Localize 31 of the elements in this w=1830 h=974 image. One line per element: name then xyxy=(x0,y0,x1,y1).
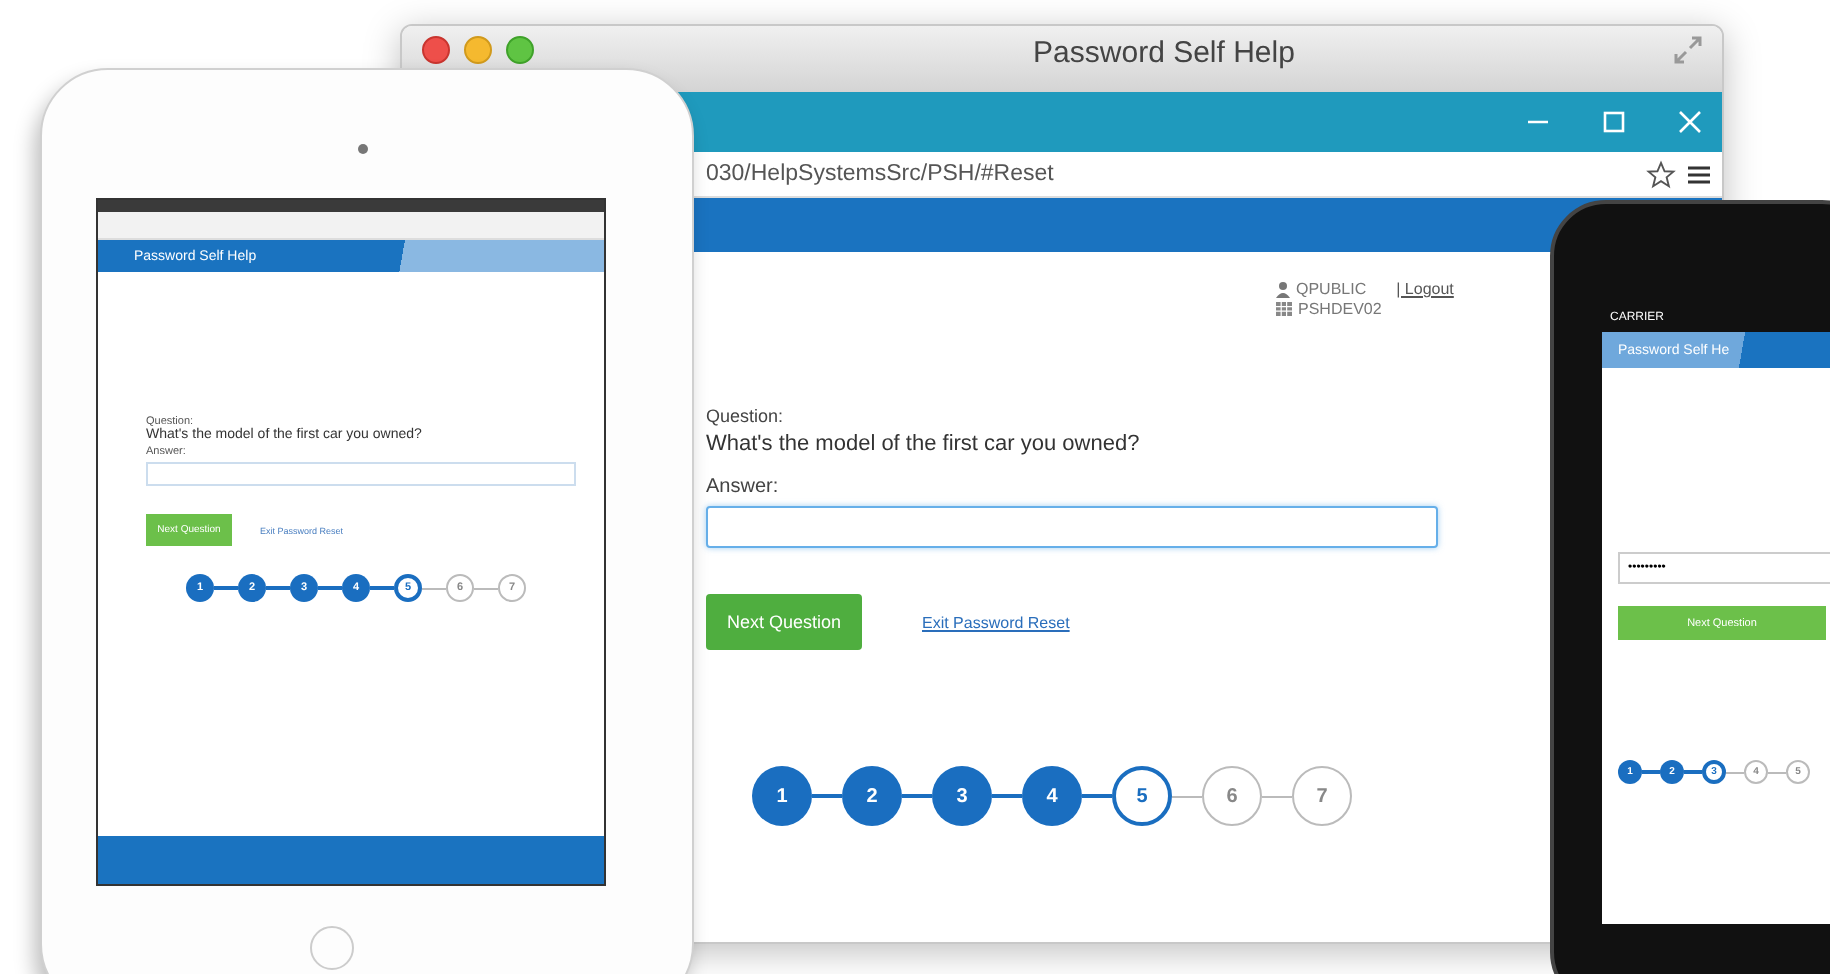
step-indicator: 7 xyxy=(1292,766,1352,826)
menu-icon[interactable] xyxy=(1688,163,1710,185)
close-icon[interactable] xyxy=(422,36,450,64)
exit-link[interactable]: Exit Password Reset xyxy=(922,613,1070,631)
camera-icon xyxy=(358,144,368,154)
user-icon xyxy=(1276,281,1290,297)
answer-label: Answer: xyxy=(706,476,779,498)
step-indicator: 5 xyxy=(1112,766,1172,826)
logout-link[interactable]: | Logout xyxy=(1396,280,1454,298)
step-indicator: 6 xyxy=(1202,766,1262,826)
question-text: What's the model of the first car you owned? xyxy=(706,432,1140,456)
home-button[interactable] xyxy=(310,926,354,970)
user-name: QPUBLIC xyxy=(1296,280,1367,298)
server-icon xyxy=(1276,302,1292,316)
step-indicator: 4 xyxy=(1022,766,1082,826)
question-label: Question: xyxy=(706,406,784,426)
zoom-icon[interactable] xyxy=(506,36,534,64)
step-indicator: 2 xyxy=(842,766,902,826)
resize-icon[interactable] xyxy=(1674,36,1702,64)
star-icon[interactable] xyxy=(1646,159,1676,189)
answer-field[interactable] xyxy=(146,462,576,486)
minimize-icon[interactable] xyxy=(464,36,492,64)
system-name: PSHDEV02 xyxy=(1298,300,1382,318)
maximize-icon[interactable] xyxy=(1602,110,1626,134)
address-field[interactable] xyxy=(98,212,604,240)
step-indicator: 3 xyxy=(932,766,992,826)
window-title: Password Self Help xyxy=(1031,36,1297,70)
step-indicator: 1 xyxy=(752,766,812,826)
next-question-button[interactable]: Next Question xyxy=(706,594,862,650)
answer-field[interactable] xyxy=(706,506,1438,548)
address-field[interactable]: 030/HelpSystemsSrc/PSH/#Reset xyxy=(706,162,1634,186)
